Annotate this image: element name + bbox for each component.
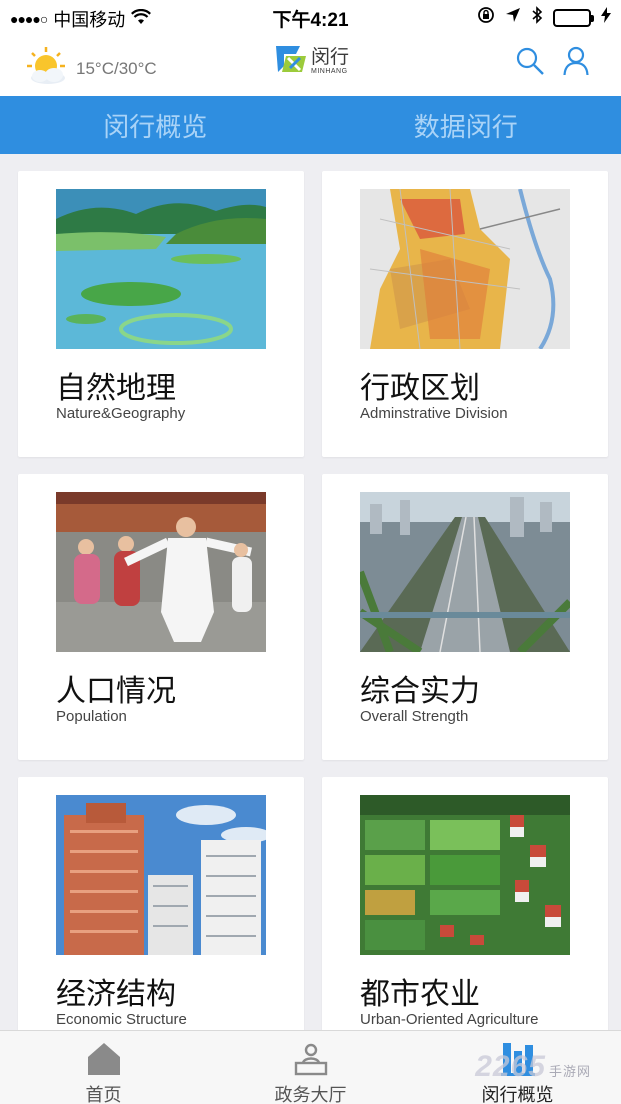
card-overall-strength[interactable]: 综合实力 Overall Strength — [322, 474, 608, 760]
home-icon — [84, 1041, 124, 1077]
weather-widget[interactable]: 15°C/30°C — [26, 46, 157, 91]
card-title-cn: 行政区划 — [360, 371, 480, 406]
hall-icon — [293, 1041, 329, 1077]
weather-temperature: 15°C/30°C — [76, 58, 157, 78]
urban-agriculture-image — [360, 795, 570, 955]
app-logo: 闵行 MINHANG — [274, 42, 349, 81]
card-nature-geography[interactable]: 自然地理 Nature&Geography — [18, 171, 304, 457]
card-economic-structure[interactable]: 经济结构 Economic Structure — [18, 777, 304, 1063]
card-administrative-division[interactable]: 行政区划 Adminstrative Division — [322, 171, 608, 457]
rotation-lock-icon — [477, 6, 495, 29]
overall-strength-image — [360, 492, 570, 652]
nature-geography-image — [56, 189, 266, 349]
population-image — [56, 492, 266, 652]
logo-text: 闵行 MINHANG — [311, 47, 350, 76]
sunny-cloud-icon — [26, 46, 70, 91]
card-title-en: Adminstrative Division — [360, 405, 508, 422]
card-population[interactable]: 人口情况 Population — [18, 474, 304, 760]
watermark-suffix: 手游网 — [548, 1064, 591, 1079]
battery-icon — [553, 8, 594, 27]
card-urban-agriculture[interactable]: 都市农业 Urban-Oriented Agriculture — [322, 777, 608, 1063]
card-title-en: Population — [56, 708, 127, 725]
bluetooth-icon — [531, 6, 543, 29]
tab-data[interactable]: 数据闵行 — [311, 96, 621, 154]
logo-text-cn: 闵行 — [311, 47, 350, 68]
administrative-division-image — [360, 189, 570, 349]
card-title-cn: 综合实力 — [360, 674, 480, 709]
nav-government-hall[interactable]: 政务大厅 — [207, 1031, 414, 1104]
tab-overview[interactable]: 闵行概览 — [0, 96, 311, 154]
nav-home[interactable]: 首页 — [0, 1031, 207, 1104]
status-right — [477, 6, 611, 29]
header-actions — [515, 46, 589, 81]
status-bar: ●●●●○ 中国移动 下午4:21 — [0, 0, 621, 34]
card-title-cn: 自然地理 — [56, 371, 176, 406]
nav-government-hall-label: 政务大厅 — [274, 1085, 347, 1104]
top-tab-bar: 闵行概览 数据闵行 — [0, 96, 621, 154]
app-header: 15°C/30°C 闵行 MINHANG — [0, 34, 621, 96]
economic-structure-image — [56, 795, 266, 955]
card-title-en: Overall Strength — [360, 708, 469, 725]
nav-home-label: 首页 — [85, 1085, 122, 1104]
card-title-cn: 经济结构 — [56, 977, 176, 1012]
card-title-cn: 人口情况 — [56, 674, 176, 709]
card-title-en: Economic Structure — [56, 1011, 187, 1028]
search-icon[interactable] — [515, 46, 545, 81]
watermark-number: 2265 — [475, 1050, 546, 1083]
location-icon — [505, 7, 521, 28]
user-profile-icon[interactable] — [563, 46, 589, 81]
minhang-logo-icon — [274, 42, 308, 81]
card-title-en: Urban-Oriented Agriculture — [360, 1011, 539, 1028]
site-watermark: 2265 手游网 — [475, 1050, 591, 1084]
charging-icon — [601, 7, 611, 28]
nav-overview-label: 闵行概览 — [481, 1085, 554, 1104]
logo-text-en: MINHANG — [311, 68, 348, 75]
card-title-en: Nature&Geography — [56, 405, 186, 422]
card-title-cn: 都市农业 — [360, 977, 480, 1012]
